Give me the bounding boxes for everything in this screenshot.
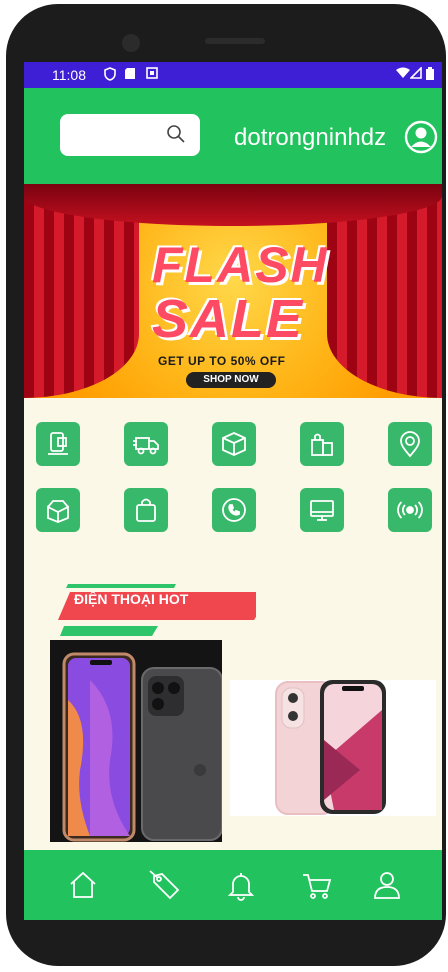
category-shopping-bags-icon[interactable] (300, 422, 344, 466)
category-box-icon[interactable] (212, 422, 256, 466)
bottom-navigation (24, 850, 442, 920)
flash-sale-banner[interactable]: FLASH SALE GET UP TO 50% OFF SHOP NOW (24, 184, 442, 398)
shop-now-button[interactable]: SHOP NOW (186, 372, 276, 388)
category-phone-call-icon[interactable] (212, 488, 256, 532)
category-open-box-icon[interactable] (36, 488, 80, 532)
user-icon[interactable] (370, 868, 404, 902)
status-bar: 11:08 (24, 62, 442, 88)
category-tablet-icon[interactable] (36, 422, 80, 466)
category-shopping-bag-icon[interactable] (124, 488, 168, 532)
notification-a-icon (146, 67, 158, 82)
content-area: ĐIỆN THOẠI HOT (24, 398, 442, 850)
search-box[interactable] (60, 114, 200, 156)
privacy-shield-icon (104, 67, 116, 84)
product-image-iphone-13[interactable] (230, 680, 436, 816)
wifi-icon (396, 67, 410, 82)
category-monitor-icon[interactable] (300, 488, 344, 532)
bell-icon[interactable] (224, 868, 258, 902)
home-icon[interactable] (66, 868, 100, 902)
battery-icon (426, 67, 434, 83)
category-radio-signal-icon[interactable] (388, 488, 432, 532)
sale-tag-icon[interactable] (148, 868, 182, 902)
banner-offer-text: GET UP TO 50% OFF (158, 354, 286, 368)
app-header: dotrongninhdz (24, 88, 442, 184)
user-avatar-icon[interactable] (404, 120, 438, 154)
product-image-iphone-12-pro[interactable] (50, 640, 222, 842)
signal-icon (409, 66, 422, 82)
sd-card-icon (124, 67, 136, 83)
cart-icon[interactable] (300, 868, 334, 902)
front-camera (122, 34, 140, 52)
status-time: 11:08 (52, 67, 86, 83)
category-location-pin-icon[interactable] (388, 422, 432, 466)
category-delivery-truck-icon[interactable] (124, 422, 168, 466)
banner-headline-flash: FLASH (152, 237, 329, 293)
app-screen: 11:08 dotrongninhdz FLASH SALE GET UP TO… (24, 62, 442, 926)
hot-section-header-graphic (58, 584, 256, 636)
section-title: ĐIỆN THOẠI HOT (74, 591, 189, 607)
username-label[interactable]: dotrongninhdz (234, 124, 386, 152)
search-input[interactable] (68, 122, 162, 148)
search-icon[interactable] (166, 124, 186, 149)
earpiece-speaker (205, 38, 265, 44)
banner-headline-sale: SALE (152, 289, 305, 349)
